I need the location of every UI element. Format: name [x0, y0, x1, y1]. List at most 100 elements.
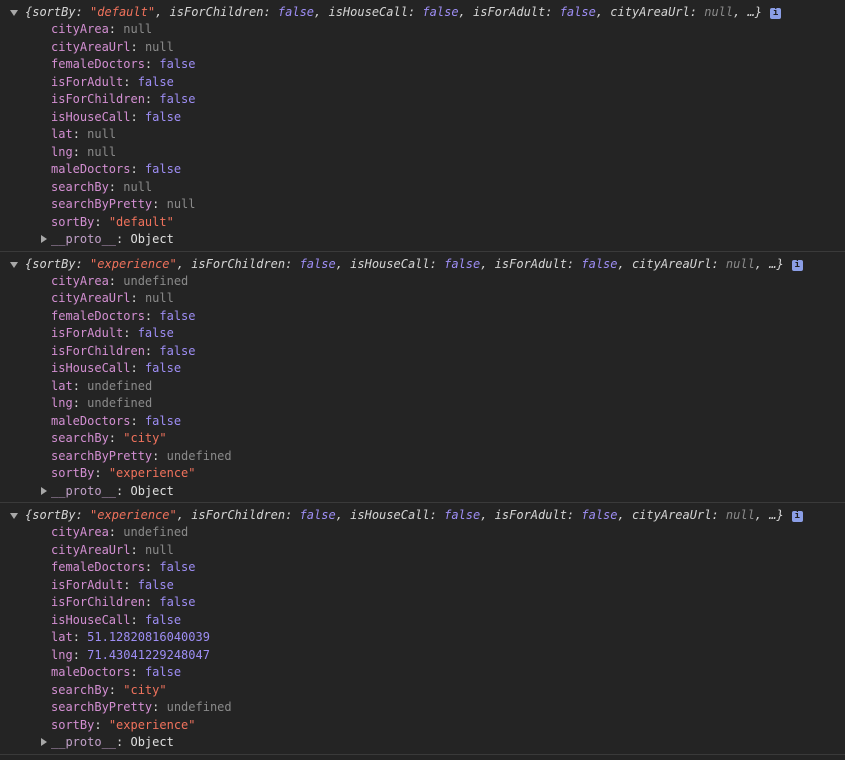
property-value: "experience" — [108, 466, 196, 480]
property-value: false — [144, 413, 182, 428]
property-key: lat — [51, 378, 73, 393]
object-property-row: searchByPretty: null — [0, 196, 845, 214]
property-colon: : — [108, 22, 124, 36]
property-colon: : — [116, 483, 131, 498]
property-colon: : — [72, 144, 88, 159]
proto-row-toggle[interactable]: __proto__: Object — [0, 231, 845, 249]
summary-token: , — [176, 508, 192, 522]
property-key: cityAreaUrl — [51, 542, 131, 557]
info-icon[interactable]: i — [791, 511, 803, 522]
property-value: false — [137, 577, 174, 592]
object-property-row: isForAdult: false — [0, 325, 845, 343]
object-property-row: isHouseCall: false — [0, 360, 845, 378]
property-key: searchBy — [51, 179, 109, 194]
triangle-down-icon[interactable] — [10, 513, 18, 519]
object-property-row: cityAreaUrl: null — [0, 542, 845, 560]
property-value: false — [144, 665, 182, 679]
property-colon: : — [152, 448, 167, 463]
property-colon: : — [94, 717, 109, 732]
property-colon: : — [144, 308, 160, 323]
summary-token: : — [285, 508, 300, 522]
object-property-row: searchBy: "city" — [0, 682, 845, 700]
property-key: isForChildren — [51, 595, 145, 609]
proto-key: __proto__ — [51, 483, 117, 498]
summary-token: isForAdult — [494, 508, 567, 522]
property-colon: : — [123, 326, 138, 340]
object-summary-toggle[interactable]: {sortBy: "experience", isForChildren: fa… — [0, 507, 845, 524]
object-property-row: cityAreaUrl: null — [0, 39, 845, 57]
property-key: lng — [51, 144, 73, 159]
summary-token: , — [617, 256, 632, 271]
property-value: false — [159, 308, 196, 323]
summary-token: , — [314, 5, 329, 19]
property-colon: : — [130, 39, 145, 54]
property-colon: : — [152, 197, 167, 211]
object-summary-toggle[interactable]: {sortBy: "experience", isForChildren: fa… — [0, 256, 845, 273]
proto-row-toggle[interactable]: __proto__: Object — [0, 483, 845, 501]
object-summary-toggle[interactable]: {sortBy: "default", isForChildren: false… — [0, 4, 845, 21]
property-value: "city" — [123, 682, 167, 697]
summary-token: false — [581, 508, 618, 522]
property-value: undefined — [123, 273, 189, 288]
proto-value: Object — [130, 735, 174, 749]
property-key: searchByPretty — [51, 197, 153, 211]
info-icon[interactable]: i — [770, 8, 782, 19]
object-property-row: sortBy: "default" — [0, 214, 845, 232]
summary-token: : — [545, 5, 560, 19]
property-key: femaleDoctors — [51, 560, 145, 574]
object-property-row: lng: null — [0, 144, 845, 162]
property-value: 71.43041229248047 — [87, 647, 210, 662]
info-icon[interactable]: i — [791, 259, 803, 271]
property-key: cityArea — [51, 273, 109, 288]
property-value: false — [144, 109, 182, 124]
property-colon: : — [72, 378, 88, 393]
property-value: false — [137, 326, 174, 340]
summary-token: null — [725, 508, 755, 522]
property-colon: : — [116, 232, 131, 246]
property-key: lng — [51, 396, 73, 410]
property-colon: : — [94, 214, 109, 229]
triangle-right-icon[interactable] — [41, 738, 47, 746]
object-property-row: cityAreaUrl: null — [0, 290, 845, 308]
property-key: isHouseCall — [51, 361, 131, 375]
property-key: cityArea — [51, 525, 109, 539]
object-property-row: lng: 71.43041229248047 — [0, 647, 845, 665]
property-colon: : — [94, 466, 109, 480]
triangle-right-icon[interactable] — [41, 235, 47, 243]
summary-token: , — [458, 5, 473, 19]
property-colon: : — [123, 577, 138, 592]
proto-row-toggle[interactable]: __proto__: Object — [0, 734, 845, 752]
property-value: false — [144, 612, 182, 627]
property-colon: : — [72, 630, 88, 644]
object-property-row: isForAdult: false — [0, 577, 845, 595]
summary-token: sortBy — [32, 508, 76, 522]
property-value: false — [144, 162, 182, 176]
property-key: searchBy — [51, 682, 109, 697]
property-colon: : — [72, 647, 88, 662]
summary-token: cityAreaUrl — [631, 256, 712, 271]
object-property-row: isForChildren: false — [0, 343, 845, 361]
object-property-row: sortBy: "experience" — [0, 465, 845, 483]
object-property-row: femaleDoctors: false — [0, 559, 845, 577]
summary-token: , …} — [733, 5, 763, 19]
object-property-row: lat: undefined — [0, 378, 845, 396]
summary-token: "experience" — [90, 256, 177, 271]
object-property-row: searchByPretty: undefined — [0, 699, 845, 717]
property-colon: : — [130, 109, 145, 124]
property-colon: : — [130, 542, 145, 557]
property-value: false — [159, 92, 196, 106]
summary-token: , — [595, 5, 611, 19]
object-property-row: maleDoctors: false — [0, 161, 845, 179]
triangle-right-icon[interactable] — [41, 486, 47, 495]
property-key: sortBy — [51, 717, 95, 732]
summary-token: : — [566, 508, 582, 522]
property-colon: : — [116, 735, 131, 749]
summary-token: null — [704, 5, 734, 19]
object-property-row: searchBy: null — [0, 179, 845, 197]
summary-token: : — [75, 5, 91, 19]
triangle-down-icon[interactable] — [10, 261, 18, 268]
property-value: null — [87, 127, 117, 141]
triangle-down-icon[interactable] — [10, 10, 18, 16]
summary-token: : — [429, 508, 445, 522]
property-key: lng — [51, 647, 73, 662]
